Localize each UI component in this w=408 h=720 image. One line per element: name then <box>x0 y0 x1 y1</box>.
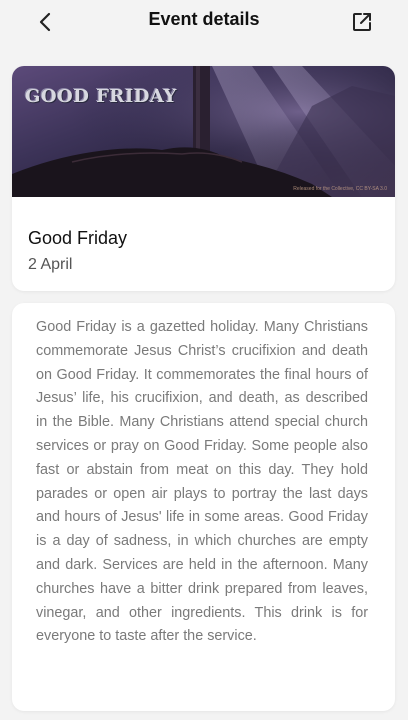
event-name: Good Friday <box>28 228 128 248</box>
event-description-card: Good Friday is a gazetted holiday. Many … <box>12 303 395 711</box>
top-bar: Event details <box>0 0 408 44</box>
page-title: Event details <box>148 9 260 29</box>
event-date: 2 April <box>28 256 73 273</box>
banner-title-text: GOOD FRIDAY <box>25 86 177 107</box>
event-header-card: GOOD FRIDAY Released for the Collective,… <box>12 66 395 291</box>
event-description: Good Friday is a gazetted holiday. Many … <box>36 319 368 645</box>
share-button[interactable] <box>348 8 376 36</box>
external-link-icon <box>353 13 371 31</box>
event-banner-image: GOOD FRIDAY Released for the Collective,… <box>12 66 395 197</box>
banner-credit: Released for the Collective, CC BY-SA 3.… <box>293 186 387 192</box>
